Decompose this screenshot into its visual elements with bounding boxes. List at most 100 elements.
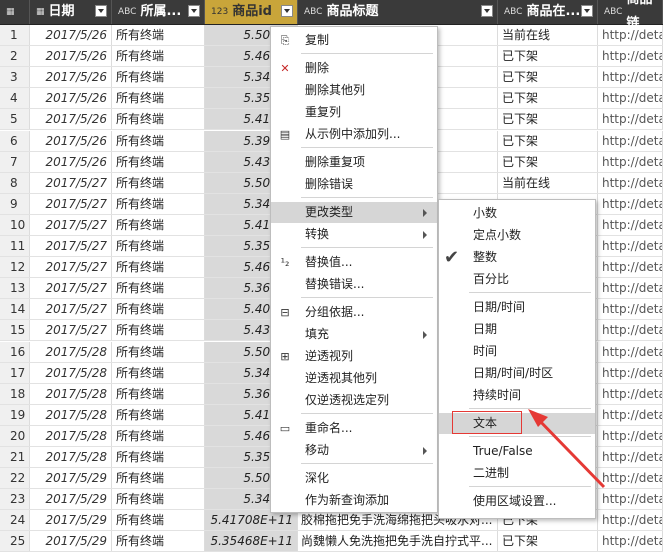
table-cell[interactable]: 2017/5/26 [30,67,112,88]
table-cell[interactable]: 2017/5/29 [30,531,112,552]
table-cell[interactable]: 所有终端 [112,88,205,109]
type-menu-item[interactable]: ✔ 整数 [439,247,595,268]
column-header-product-title[interactable]: ABC 商品标题 [298,0,498,24]
table-cell[interactable]: 5.35468E+11 [205,531,298,552]
table-cell[interactable]: 2017/5/26 [30,130,112,151]
table-cell[interactable]: 所有终端 [112,109,205,130]
table-cell[interactable]: http://detai [598,109,663,130]
table-cell[interactable]: http://detai [598,193,663,214]
context-menu-item[interactable]: ▤ 从示例中添加列... [271,124,437,145]
context-menu-item[interactable]: 移动 [271,440,437,461]
table-cell[interactable]: 5.41708E+11 [205,510,298,531]
column-header-product-id[interactable]: 123 商品id [205,0,298,24]
table-cell[interactable]: 所有终端 [112,151,205,172]
context-menu-item[interactable]: ⎘ 复制 [271,30,437,51]
table-cell[interactable]: 所有终端 [112,257,205,278]
table-cell[interactable]: 2017/5/26 [30,25,112,45]
table-cell[interactable]: 2017/5/28 [30,341,112,362]
table-cell[interactable]: 已下架 [498,130,598,151]
table-cell[interactable]: 所有终端 [112,341,205,362]
table-cell[interactable]: 已下架 [498,67,598,88]
table-cell[interactable]: 2017/5/26 [30,88,112,109]
table-cell[interactable]: http://detai [598,341,663,362]
table-cell[interactable]: 当前在线 [498,172,598,193]
context-menu-item[interactable]: 作为新查询添加 [271,490,437,511]
table-cell[interactable]: 所有终端 [112,447,205,467]
type-menu-item[interactable]: 日期/时间 [439,297,595,318]
table-cell[interactable]: http://detai [598,236,663,256]
table-cell[interactable]: http://detai [598,214,663,235]
table-cell[interactable]: 2017/5/27 [30,172,112,193]
type-menu-item[interactable]: 定点小数 [439,225,595,246]
column-header-product-link[interactable]: ABC 商品链 [598,0,663,31]
context-menu-item[interactable]: 删除其他列 [271,80,437,101]
context-menu-item[interactable]: ▭ 重命名... [271,418,437,439]
table-cell[interactable]: 所有终端 [112,25,205,45]
table-cell[interactable]: 所有终端 [112,425,205,446]
table-cell[interactable]: http://detai [598,67,663,88]
filter-dropdown-icon[interactable] [281,5,293,17]
table-cell[interactable]: 所有终端 [112,67,205,88]
table-cell[interactable]: 所有终端 [112,383,205,404]
table-cell[interactable]: 2017/5/29 [30,468,112,489]
table-cell[interactable]: 2017/5/27 [30,278,112,299]
context-menu-item[interactable]: 删除重复项 [271,152,437,173]
type-menu-item[interactable]: 百分比 [439,269,595,290]
table-cell[interactable]: 所有终端 [112,172,205,193]
table-cell[interactable]: http://detai [598,320,663,341]
column-header-product-status[interactable]: ABC 商品在... [498,0,598,24]
table-cell[interactable]: 2017/5/26 [30,151,112,172]
table-cell[interactable]: http://detai [598,46,663,67]
context-menu-item[interactable]: 深化 [271,468,437,489]
table-cell[interactable]: 所有终端 [112,489,205,510]
table-cell[interactable]: 2017/5/28 [30,383,112,404]
table-cell[interactable]: 所有终端 [112,299,205,320]
table-cell[interactable]: 所有终端 [112,468,205,489]
context-menu-item[interactable]: 删除错误 [271,174,437,195]
table-cell[interactable]: http://detai [598,88,663,109]
table-cell[interactable]: http://detai [598,299,663,320]
table-cell[interactable]: 2017/5/28 [30,404,112,425]
filter-dropdown-icon[interactable] [188,5,200,17]
table-cell[interactable]: 已下架 [498,88,598,109]
table-cell[interactable]: http://detai [598,172,663,193]
table-cell[interactable]: 2017/5/26 [30,109,112,130]
table-cell[interactable]: http://detai [598,510,663,531]
table-cell[interactable]: 当前在线 [498,25,598,45]
context-menu-item[interactable]: 重复列 [271,102,437,123]
filter-dropdown-icon[interactable] [581,5,593,17]
context-menu-item[interactable]: ✕ 删除 [271,58,437,79]
table-cell[interactable]: http://detai [598,278,663,299]
table-cell[interactable]: 所有终端 [112,193,205,214]
table-cell[interactable]: 尚魏懒人免洗拖把免手洗自拧式平... [298,531,498,552]
column-header-date[interactable]: ▦ 日期 [30,0,112,24]
table-cell[interactable]: 2017/5/26 [30,46,112,67]
context-menu-item[interactable]: 更改类型 [271,202,437,223]
table-cell[interactable]: 所有终端 [112,130,205,151]
table-cell[interactable]: 所有终端 [112,214,205,235]
context-menu-item[interactable]: 填充 [271,324,437,345]
type-menu-item[interactable]: 日期/时间/时区 [439,363,595,384]
table-cell[interactable]: http://detai [598,130,663,151]
type-menu-item[interactable]: 时间 [439,341,595,362]
table-cell[interactable]: 已下架 [498,531,598,552]
column-header-terminal[interactable]: ABC 所属... [112,0,205,24]
filter-dropdown-icon[interactable] [95,5,107,17]
type-menu-item[interactable]: 小数 [439,203,595,224]
table-cell[interactable]: 所有终端 [112,236,205,256]
table-cell[interactable]: 2017/5/28 [30,362,112,383]
table-cell[interactable]: 2017/5/27 [30,320,112,341]
table-cell[interactable]: http://detai [598,25,663,45]
table-cell[interactable]: 所有终端 [112,320,205,341]
table-cell[interactable]: 2017/5/28 [30,447,112,467]
context-menu-item[interactable]: 转换 [271,224,437,245]
table-cell[interactable]: http://detai [598,257,663,278]
context-menu-item[interactable]: 替换错误... [271,274,437,295]
table-cell[interactable]: http://detai [598,531,663,552]
table-cell[interactable]: 已下架 [498,46,598,67]
table-cell[interactable]: http://detai [598,362,663,383]
table-cell[interactable]: 2017/5/29 [30,510,112,531]
table-cell[interactable]: 所有终端 [112,362,205,383]
table-cell[interactable]: 所有终端 [112,510,205,531]
table-cell[interactable]: 已下架 [498,151,598,172]
